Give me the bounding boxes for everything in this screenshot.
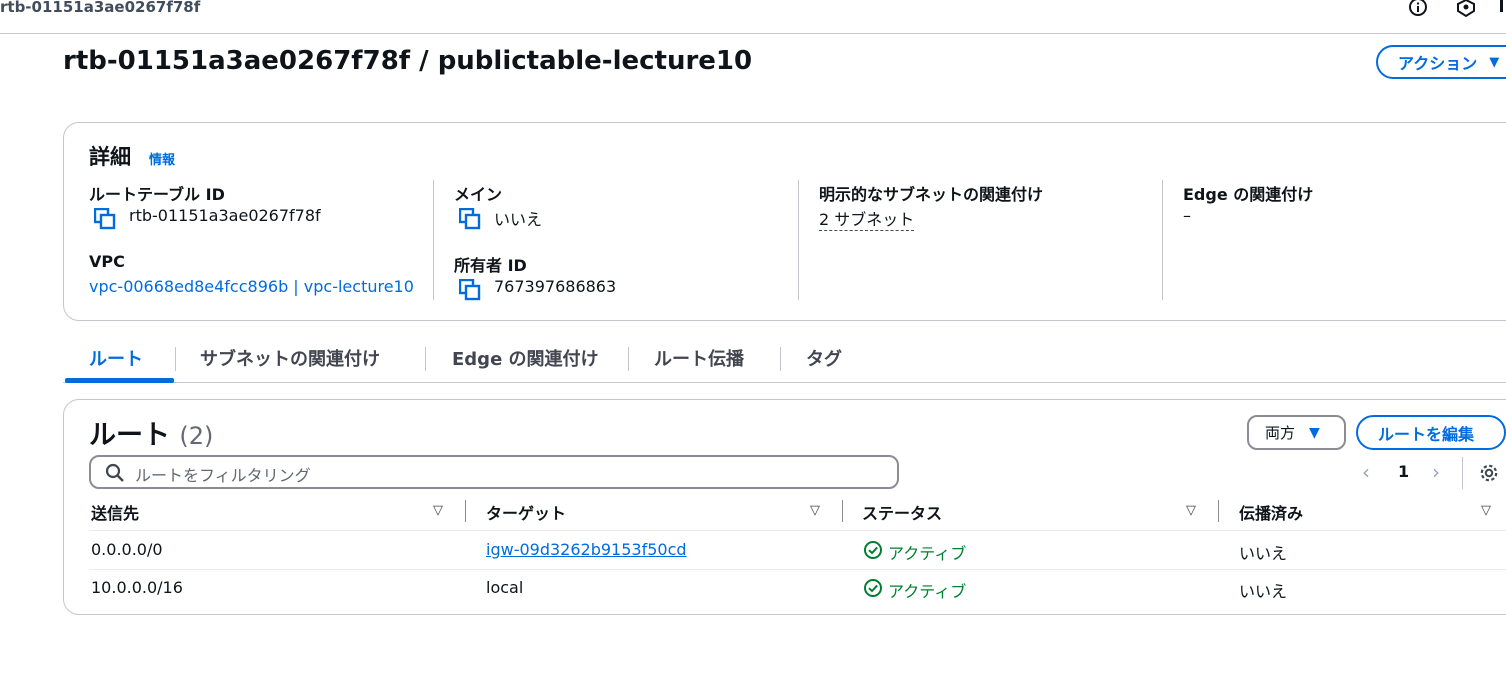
shield-icon[interactable] [1456, 0, 1476, 20]
column-header-target[interactable]: ターゲット [486, 500, 566, 524]
info-link[interactable]: 情報 [149, 149, 175, 168]
caret-down-icon: ▼ [1489, 54, 1500, 70]
cell-target: local [486, 578, 524, 597]
direction-label: 両方 [1265, 424, 1296, 442]
tab-separator [780, 347, 781, 371]
column-header-status[interactable]: ステータス [862, 500, 942, 524]
search-placeholder: ルートをフィルタリング [135, 466, 311, 485]
status-success-icon [864, 541, 882, 559]
routes-count: (2) [179, 422, 214, 450]
tab-tags[interactable]: タグ [806, 345, 842, 371]
cell-propagated: いいえ [1239, 582, 1288, 601]
column-resizer[interactable] [842, 500, 843, 522]
tab-separator [425, 347, 426, 371]
sort-icon[interactable]: ▽ [433, 503, 443, 518]
pager-next-icon[interactable]: › [1432, 460, 1440, 484]
owner-id-value: 767397686863 [494, 277, 617, 296]
copy-icon[interactable] [459, 208, 481, 230]
menu-icon[interactable] [1500, 0, 1503, 12]
tab-routes[interactable]: ルート [89, 345, 143, 371]
top-bar: rtb-01151a3ae0267f78f [0, 0, 1506, 34]
tabs-baseline [63, 382, 1506, 383]
column-divider [433, 180, 434, 300]
tab-separator [628, 347, 629, 371]
tab-route-propagation[interactable]: ルート伝播 [654, 345, 744, 371]
column-resizer[interactable] [465, 500, 466, 522]
edge-association-value: – [1183, 206, 1191, 225]
pager-page-number[interactable]: 1 [1398, 462, 1409, 481]
actions-button[interactable]: アクション ▼ [1376, 45, 1506, 79]
breadcrumb[interactable]: rtb-01151a3ae0267f78f [0, 0, 200, 16]
table-header-divider [89, 530, 1506, 531]
details-title: 詳細 [89, 145, 131, 169]
tab-edge-associations[interactable]: Edge の関連付け [452, 345, 599, 371]
cell-status: アクティブ [888, 544, 967, 563]
cell-propagated: いいえ [1239, 544, 1288, 563]
vpc-link[interactable]: vpc-00668ed8e4fcc896b | vpc-lecture10 [89, 277, 414, 296]
main-label: メイン [454, 185, 503, 204]
routes-title: ルート (2) [89, 413, 213, 452]
active-tab-indicator [65, 378, 174, 383]
routes-title-text: ルート [89, 420, 170, 451]
explicit-subnet-value[interactable]: 2 サブネット [819, 206, 915, 231]
row-divider [89, 569, 1506, 570]
sort-icon[interactable]: ▽ [810, 503, 820, 518]
sort-icon[interactable]: ▽ [1186, 503, 1196, 518]
search-icon [105, 463, 124, 482]
caret-down-icon: ▼ [1309, 424, 1320, 441]
tab-subnet-associations[interactable]: サブネットの関連付け [200, 345, 380, 371]
explicit-subnet-label: 明示的なサブネットの関連付け [819, 185, 1044, 204]
gear-icon[interactable] [1478, 462, 1500, 484]
cell-status: アクティブ [888, 582, 967, 601]
main-value: いいえ [494, 210, 543, 229]
actions-label: アクション [1398, 54, 1478, 73]
route-table-id-label: ルートテーブル ID [89, 185, 225, 204]
vpc-label: VPC [89, 252, 125, 271]
tab-separator [175, 347, 176, 371]
pager-prev-icon[interactable]: ‹ [1362, 460, 1370, 484]
copy-icon[interactable] [459, 279, 481, 301]
route-filter-input[interactable]: ルートをフィルタリング [89, 455, 899, 489]
copy-icon[interactable] [94, 208, 116, 230]
cell-target-link[interactable]: igw-09d3262b9153f50cd [486, 540, 687, 559]
cell-destination: 10.0.0.0/16 [91, 578, 183, 597]
cell-destination: 0.0.0.0/0 [91, 540, 163, 559]
pager-divider [1462, 457, 1463, 489]
column-divider [1162, 180, 1163, 300]
column-divider [798, 180, 799, 300]
owner-id-label: 所有者 ID [454, 256, 527, 275]
status-success-icon [864, 579, 882, 597]
column-header-destination[interactable]: 送信先 [91, 500, 139, 524]
column-header-propagated[interactable]: 伝播済み [1239, 500, 1303, 524]
info-icon[interactable] [1408, 0, 1428, 20]
route-table-id-value: rtb-01151a3ae0267f78f [129, 206, 321, 225]
sort-icon[interactable]: ▽ [1481, 503, 1491, 518]
page-title: rtb-01151a3ae0267f78f / publictable-lect… [63, 46, 753, 76]
column-resizer[interactable] [1218, 500, 1219, 522]
edit-routes-button[interactable]: ルートを編集 [1356, 415, 1506, 450]
edge-association-label: Edge の関連付け [1183, 185, 1314, 204]
direction-select[interactable]: 両方 ▼ [1247, 415, 1346, 450]
